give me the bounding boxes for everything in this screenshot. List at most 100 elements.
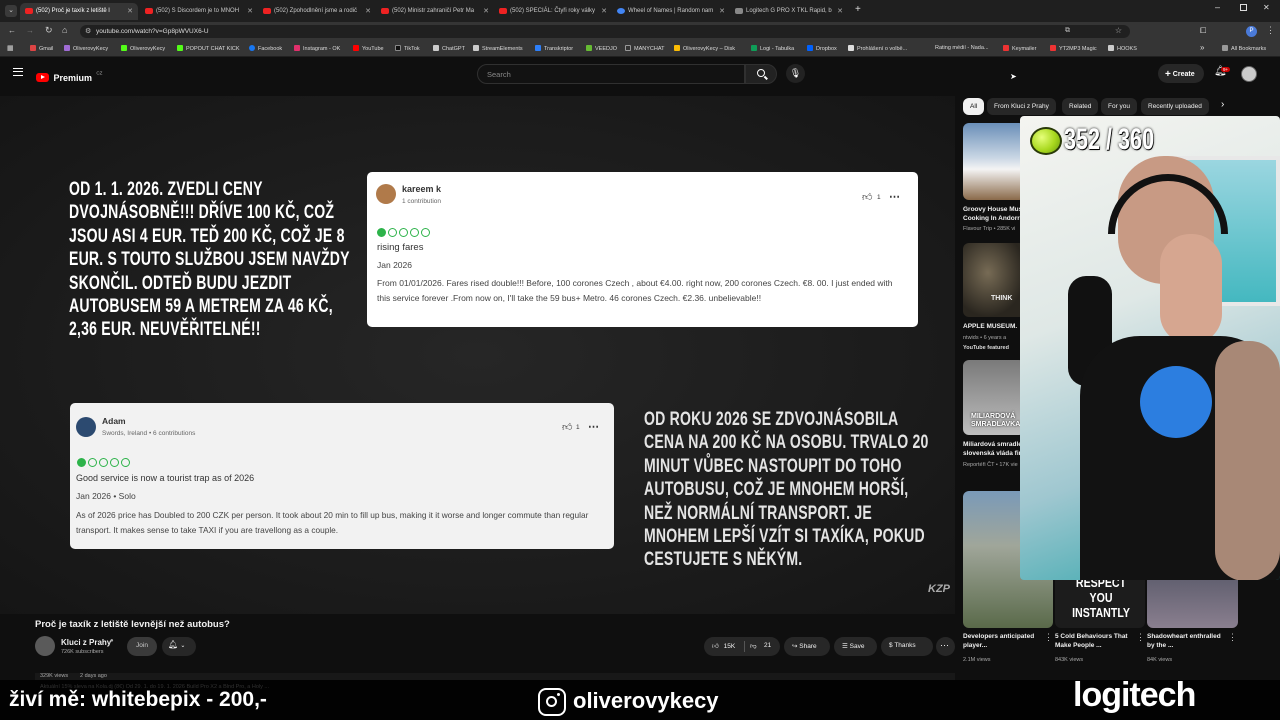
chevron-right-icon[interactable]: › (1221, 99, 1224, 110)
apps-icon[interactable]: ▦ (7, 44, 14, 52)
bookmark-item[interactable]: Rating médií - Nada... (935, 45, 989, 51)
browser-tab[interactable]: (502) Proč je taxík z letiště l ✕ (20, 3, 138, 20)
search-input[interactable]: Search (477, 64, 745, 84)
video-title[interactable]: Groovy House Mus Cooking In Andorra (963, 205, 1023, 224)
youtube-play-icon (36, 73, 49, 82)
more-icon[interactable]: ⋮ (1136, 632, 1145, 643)
reviewer-meta: Swords, Ireland • 6 contributions (102, 430, 196, 437)
bookmark-item[interactable]: Prohlášení o volbě... (848, 45, 907, 52)
browser-tab[interactable]: (502) Zpohodlnění jsme a rodič ✕ (258, 3, 376, 20)
bookmark-item[interactable]: YouTube (353, 45, 384, 52)
short-title[interactable]: Developers anticipated player... (963, 632, 1045, 651)
like-count: 1 (877, 194, 881, 201)
browser-tab[interactable]: (502) SPECIÁL: Čtyři roky války ✕ (494, 3, 612, 20)
save-button[interactable]: ☰ Save (834, 637, 877, 656)
bookmark-item[interactable]: ChatGPT (433, 45, 465, 52)
chip-for-you[interactable]: For you (1101, 98, 1138, 115)
bookmark-item[interactable]: OliverovyKecy (64, 45, 108, 52)
chip-all[interactable]: All (963, 98, 985, 115)
close-tab-icon[interactable]: ✕ (837, 7, 843, 15)
more-actions-icon[interactable]: ⋯ (936, 637, 955, 656)
create-button[interactable]: + Create (1158, 64, 1204, 83)
bookmark-item[interactable]: Facebook (249, 45, 282, 52)
subscribed-bell-button[interactable]: 🔔︎ ⌄ (162, 637, 196, 656)
close-tab-icon[interactable]: ✕ (365, 7, 371, 15)
account-avatar[interactable] (1241, 66, 1257, 82)
more-bookmarks-icon[interactable]: » (1200, 43, 1204, 52)
close-window-icon[interactable]: ✕ (1263, 3, 1270, 12)
forward-icon[interactable]: → (26, 26, 34, 35)
instagram-handle: oliverovykecy (573, 688, 719, 713)
video-thumbnail[interactable]: MILIARDOVÁ SMRADLAVKA (963, 360, 1025, 435)
home-icon[interactable]: ⌂ (62, 25, 67, 35)
bookmark-star-icon[interactable]: ☆ (1115, 26, 1122, 35)
close-tab-icon[interactable]: ✕ (719, 7, 725, 15)
bookmark-item[interactable]: YT2MP3 Magic (1050, 45, 1097, 52)
minimize-window-icon[interactable]: – (1215, 2, 1220, 12)
bookmark-item[interactable]: VEEDJO (586, 45, 617, 52)
new-tab-icon[interactable]: + (855, 4, 861, 15)
description-box[interactable]: 329K views 2 days ago (35, 673, 955, 680)
short-title[interactable]: 5 Cold Behaviours That Make People ... (1055, 632, 1139, 651)
extensions-icon[interactable]: ⧠ (1200, 26, 1206, 36)
bookmark-item[interactable]: Dropbox (807, 45, 837, 52)
search-button[interactable] (745, 64, 777, 84)
bookmark-item[interactable]: Instagram - OK (294, 45, 340, 52)
address-field[interactable]: ⚙ youtube.com/watch?v=Gp8pWVUX6-U ⧉ ☆ (80, 25, 1130, 38)
browser-tab[interactable]: (502) S Discordem je to MNOH ✕ (140, 3, 258, 20)
chip-related[interactable]: Related (1062, 98, 1099, 115)
tab-search-icon[interactable]: ⌄ (5, 5, 17, 17)
browser-tab[interactable]: Logitech G PRO X TKL Rapid, b ✕ (730, 3, 848, 20)
close-tab-icon[interactable]: ✕ (601, 7, 607, 15)
bookmark-item[interactable]: StreamElements (473, 45, 523, 52)
bookmark-item[interactable]: Logi - Tabulka (751, 45, 794, 52)
back-icon[interactable]: ← (8, 26, 16, 35)
short-title[interactable]: Shadowheart enthralled by the ... (1147, 632, 1229, 651)
more-icon[interactable]: ⋮ (1228, 632, 1237, 643)
bookmark-item[interactable]: MANYCHAT (625, 45, 664, 52)
mic-icon[interactable]: 🎙︎ (786, 64, 805, 83)
short-meta: 84K views (1147, 657, 1173, 663)
translate-icon[interactable]: ⧉ (1065, 27, 1070, 35)
video-player[interactable]: OD 1. 1. 2026. ZVEDLI CENY DVOJNÁSOBNĚ!!… (0, 96, 955, 614)
browser-tab[interactable]: Wheel of Names | Random nam ✕ (612, 3, 730, 20)
bookmarks-bar: ▦ Gmail OliverovyKecy OliverovyKecy POPO… (0, 41, 1280, 57)
browser-tab[interactable]: (502) Ministr zahraničí Petr Ma ✕ (376, 3, 494, 20)
hamburger-menu-icon[interactable] (13, 68, 23, 76)
youtube-logo[interactable]: Premium CZ (36, 68, 102, 86)
video-thumbnail[interactable]: THINK (963, 243, 1025, 317)
close-tab-icon[interactable]: ✕ (247, 7, 253, 15)
video-thumbnail[interactable] (963, 123, 1025, 200)
reload-icon[interactable]: ↻ (45, 25, 53, 36)
chip-from-channel[interactable]: From Kluci z Prahy (987, 98, 1056, 115)
bookmark-item[interactable]: Keymailer (1003, 45, 1036, 52)
bookmark-item[interactable]: TikTok (395, 45, 420, 52)
thanks-button[interactable]: $ Thanks (881, 637, 933, 656)
like-button[interactable]: 👍︎ 15K 👎︎ 21 (704, 637, 780, 656)
join-button[interactable]: Join (127, 637, 157, 656)
video-meta: ntwids • 6 years a (963, 335, 1007, 341)
video-title[interactable]: Miliardová smradle slovenská vláda fir (963, 440, 1022, 459)
profile-avatar[interactable]: P (1246, 26, 1257, 37)
thumbs-down-icon[interactable]: 👎︎ (750, 642, 757, 650)
site-info-icon[interactable]: ⚙ (85, 27, 91, 35)
all-bookmarks[interactable]: All Bookmarks (1222, 45, 1266, 52)
close-tab-icon[interactable]: ✕ (127, 7, 133, 15)
bookmark-item[interactable]: Transkriptor (535, 45, 573, 52)
bookmark-item[interactable]: OliverovyKecy (121, 45, 165, 52)
share-button[interactable]: ↪ Share (784, 637, 830, 656)
reviewer-avatar (76, 417, 96, 437)
chip-recently-uploaded[interactable]: Recently uploaded (1141, 98, 1209, 115)
more-icon[interactable]: ⋮ (1044, 632, 1053, 643)
channel-name[interactable]: Kluci z Prahy (61, 638, 111, 647)
bookmark-item[interactable]: POPOUT CHAT KICK (177, 45, 239, 52)
close-tab-icon[interactable]: ✕ (483, 7, 489, 15)
video-title[interactable]: APPLE MUSEUM. (963, 322, 1017, 331)
tab-label: Wheel of Names | Random nam (628, 8, 714, 14)
bookmark-item[interactable]: Gmail (30, 45, 53, 52)
bookmark-item[interactable]: OliverovyKecy – Disk (674, 45, 735, 52)
bookmark-item[interactable]: HOOKS (1108, 45, 1137, 52)
channel-avatar[interactable] (35, 636, 55, 656)
browser-menu-icon[interactable]: ⋮ (1266, 25, 1275, 36)
restore-window-icon[interactable] (1240, 4, 1247, 11)
